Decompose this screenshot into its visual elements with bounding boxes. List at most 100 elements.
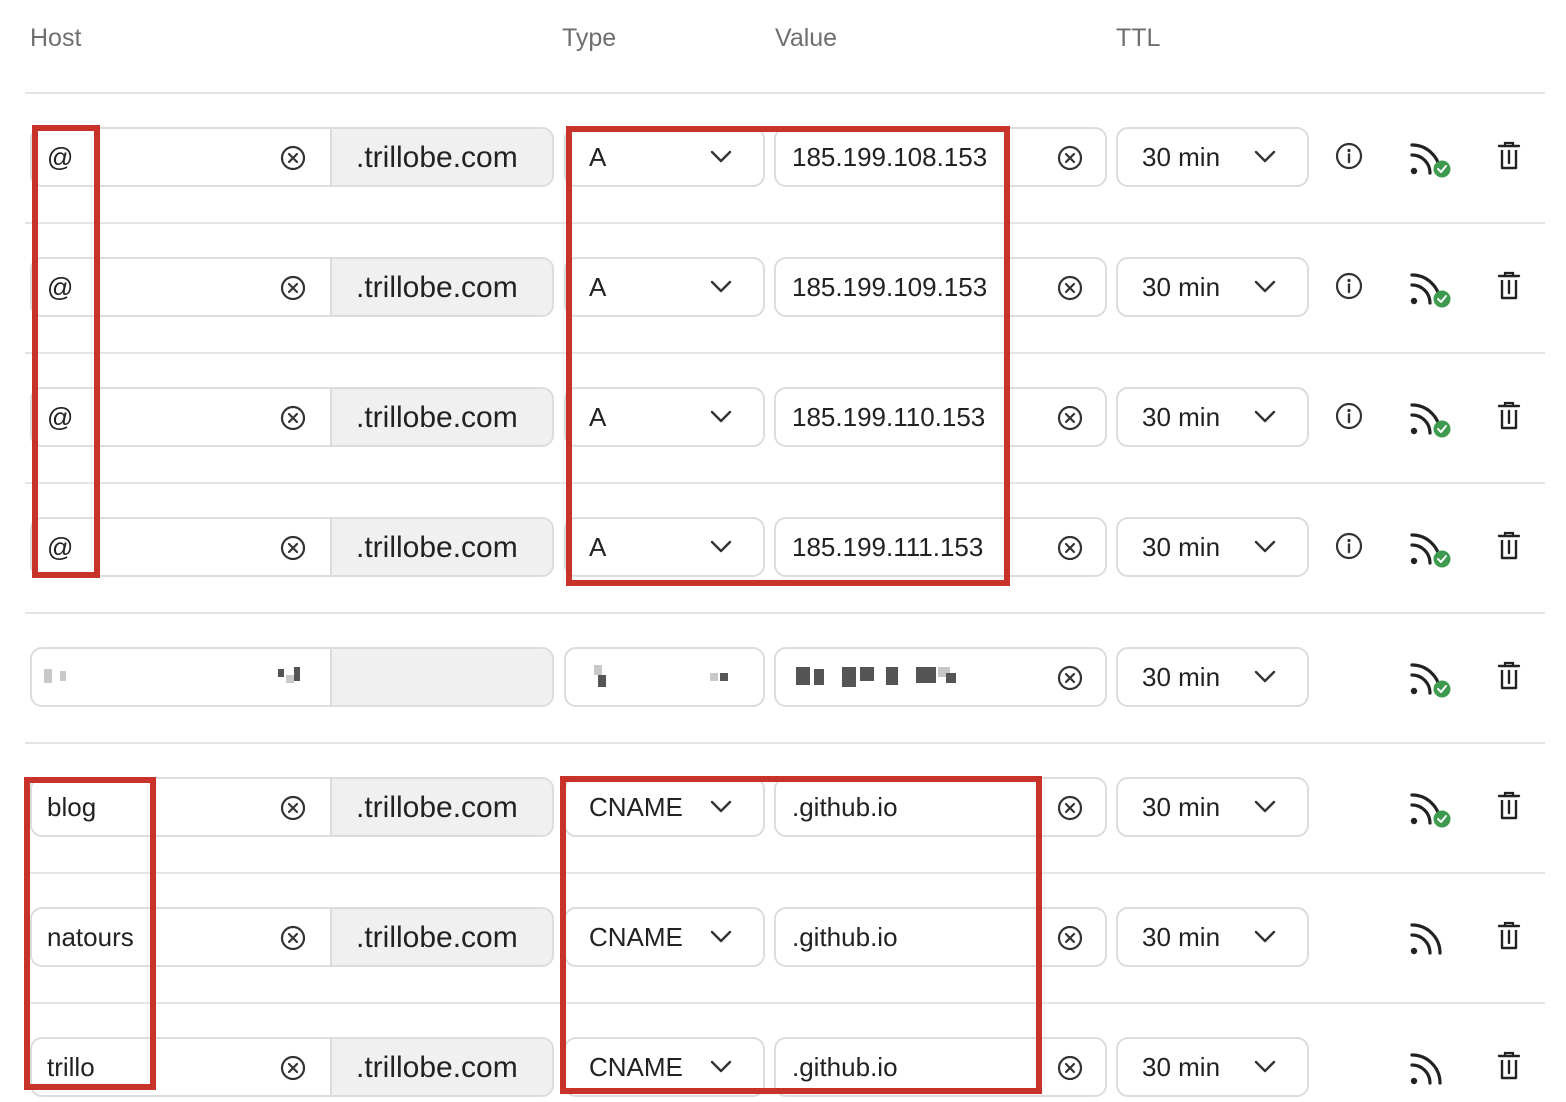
clear-host-icon[interactable] <box>280 535 306 561</box>
trash-icon[interactable] <box>1497 141 1521 171</box>
clear-host-icon[interactable] <box>280 795 306 821</box>
clear-value-icon[interactable] <box>1057 405 1083 431</box>
host-input[interactable]: @ <box>47 259 73 315</box>
value-field[interactable] <box>774 647 1107 707</box>
host-field[interactable]: blog .trillobe.com <box>30 777 554 837</box>
trash-icon[interactable] <box>1497 661 1521 691</box>
redacted-pixel <box>44 669 52 683</box>
clear-host-icon[interactable] <box>280 405 306 431</box>
type-select[interactable]: A <box>564 127 765 187</box>
host-input[interactable]: blog <box>47 779 96 835</box>
value-input[interactable]: 185.199.111.153 <box>792 519 983 575</box>
chevron-down-icon <box>710 540 732 553</box>
redacted-pixel <box>916 667 936 683</box>
clear-value-icon[interactable] <box>1057 275 1083 301</box>
value-input[interactable]: .github.io <box>792 1039 898 1095</box>
redacted-pixel <box>886 667 898 685</box>
trash-icon[interactable] <box>1497 271 1521 301</box>
value-input[interactable]: .github.io <box>792 909 898 965</box>
rss-feed-icon <box>1410 793 1451 828</box>
host-field[interactable]: trillo .trillobe.com <box>30 1037 554 1097</box>
type-value: CNAME <box>589 922 683 952</box>
clear-value-icon[interactable] <box>1057 1055 1083 1081</box>
ttl-select[interactable]: 30 min <box>1116 257 1309 317</box>
divider <box>25 1002 1545 1004</box>
clear-host-icon[interactable] <box>280 275 306 301</box>
redacted-pixel <box>710 673 718 681</box>
type-select[interactable]: CNAME <box>564 777 765 837</box>
type-select[interactable]: A <box>564 257 765 317</box>
type-select[interactable]: CNAME <box>564 907 765 967</box>
clear-value-icon[interactable] <box>1057 795 1083 821</box>
ttl-select[interactable]: 30 min <box>1116 127 1309 187</box>
value-field[interactable]: 185.199.111.153 <box>774 517 1107 577</box>
type-select[interactable]: CNAME <box>564 1037 765 1097</box>
type-value: CNAME <box>589 1052 683 1082</box>
clear-value-icon[interactable] <box>1057 665 1083 691</box>
clear-value-icon[interactable] <box>1057 145 1083 171</box>
info-icon[interactable] <box>1335 272 1363 300</box>
value-input[interactable]: 185.199.109.153 <box>792 259 987 315</box>
trash-icon[interactable] <box>1497 531 1521 561</box>
value-input[interactable]: 185.199.108.153 <box>792 129 987 185</box>
value-field[interactable]: .github.io <box>774 907 1107 967</box>
dns-record-row: @ .trillobe.com A 185.199.110.153 30 min <box>0 387 1566 451</box>
redacted-pixel <box>860 667 874 681</box>
ttl-select[interactable]: 30 min <box>1116 647 1309 707</box>
chevron-down-icon <box>1254 280 1276 293</box>
host-input[interactable]: @ <box>47 129 73 185</box>
chevron-down-icon <box>710 410 732 423</box>
trash-icon[interactable] <box>1497 1051 1521 1081</box>
ttl-select[interactable]: 30 min <box>1116 907 1309 967</box>
info-icon[interactable] <box>1335 532 1363 560</box>
redacted-pixel <box>796 667 810 685</box>
host-field[interactable]: natours .trillobe.com <box>30 907 554 967</box>
domain-suffix: .trillobe.com <box>330 909 552 965</box>
divider <box>25 872 1545 874</box>
value-field[interactable]: 185.199.110.153 <box>774 387 1107 447</box>
trash-icon[interactable] <box>1497 791 1521 821</box>
type-select[interactable]: A <box>564 517 765 577</box>
value-field[interactable]: .github.io <box>774 1037 1107 1097</box>
trash-icon[interactable] <box>1497 401 1521 431</box>
host-field[interactable]: @ .trillobe.com <box>30 517 554 577</box>
chevron-down-icon <box>1254 150 1276 163</box>
value-field[interactable]: 185.199.108.153 <box>774 127 1107 187</box>
chevron-down-icon <box>710 930 732 943</box>
host-field[interactable] <box>30 647 554 707</box>
host-input[interactable]: natours <box>47 909 134 965</box>
host-field[interactable]: @ .trillobe.com <box>30 257 554 317</box>
chevron-down-icon <box>710 1060 732 1073</box>
clear-host-icon[interactable] <box>280 145 306 171</box>
host-input[interactable]: @ <box>47 519 73 575</box>
ttl-select[interactable]: 30 min <box>1116 1037 1309 1097</box>
type-value: A <box>589 532 607 562</box>
clear-value-icon[interactable] <box>1057 535 1083 561</box>
type-select[interactable]: A <box>564 387 765 447</box>
dns-record-row: natours .trillobe.com CNAME .github.io 3… <box>0 907 1566 971</box>
info-icon[interactable] <box>1335 402 1363 430</box>
rss-feed-icon <box>1410 923 1442 955</box>
column-header-host: Host <box>30 24 82 52</box>
ttl-select[interactable]: 30 min <box>1116 777 1309 837</box>
ttl-select[interactable]: 30 min <box>1116 517 1309 577</box>
ttl-select[interactable]: 30 min <box>1116 387 1309 447</box>
value-field[interactable]: .github.io <box>774 777 1107 837</box>
clear-host-icon[interactable] <box>280 1055 306 1081</box>
info-icon[interactable] <box>1335 142 1363 170</box>
host-field[interactable]: @ .trillobe.com <box>30 387 554 447</box>
host-field[interactable]: @ .trillobe.com <box>30 127 554 187</box>
redacted-pixel <box>598 675 606 687</box>
type-select[interactable] <box>564 647 765 707</box>
clear-host-icon[interactable] <box>280 925 306 951</box>
value-field[interactable]: 185.199.109.153 <box>774 257 1107 317</box>
host-input[interactable]: trillo <box>47 1039 95 1095</box>
host-input[interactable]: @ <box>47 389 73 445</box>
redacted-pixel <box>286 675 294 683</box>
chevron-down-icon <box>1254 540 1276 553</box>
clear-value-icon[interactable] <box>1057 925 1083 951</box>
value-input[interactable]: .github.io <box>792 779 898 835</box>
trash-icon[interactable] <box>1497 921 1521 951</box>
domain-suffix: .trillobe.com <box>330 259 552 315</box>
value-input[interactable]: 185.199.110.153 <box>792 389 985 445</box>
